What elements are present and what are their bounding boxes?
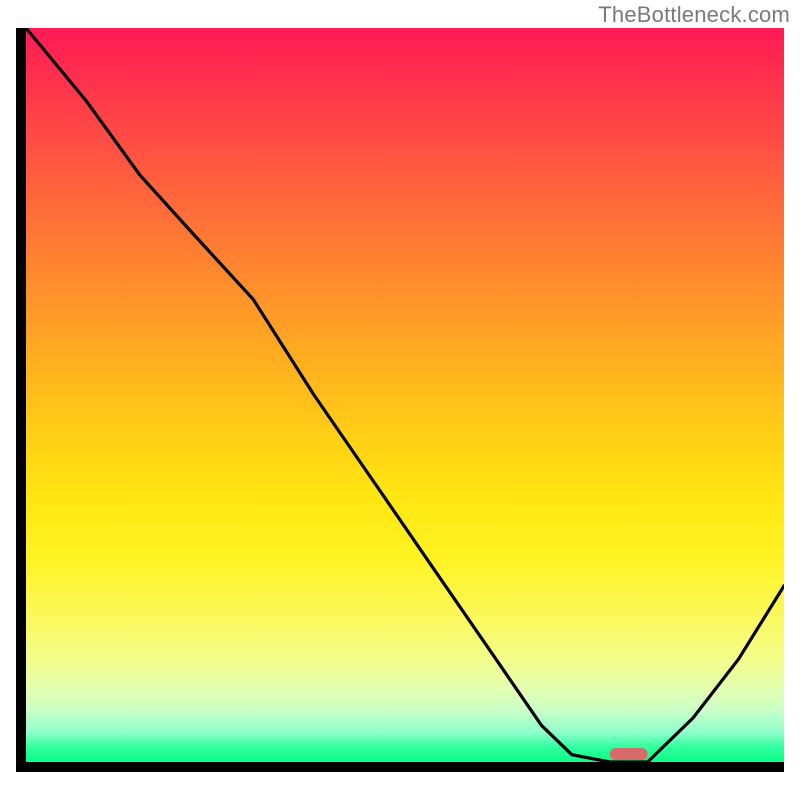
y-axis <box>16 28 26 772</box>
watermark-text: TheBottleneck.com <box>598 2 790 28</box>
heat-gradient <box>26 28 784 762</box>
plot-area <box>26 28 784 762</box>
x-axis <box>16 762 784 772</box>
chart-canvas: TheBottleneck.com <box>0 0 800 800</box>
